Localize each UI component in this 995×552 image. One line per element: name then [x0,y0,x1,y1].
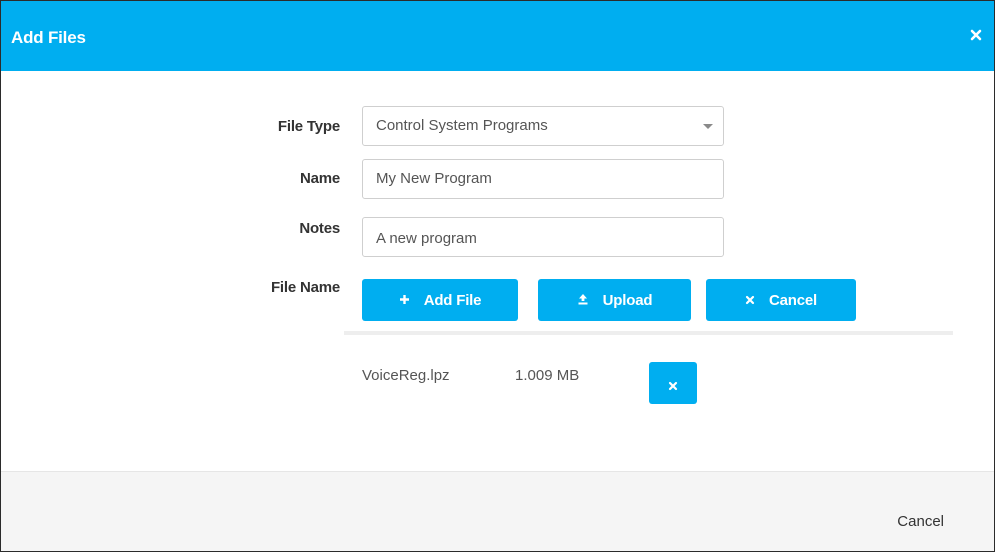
notes-input-value: A new program [376,230,477,247]
upload-button[interactable]: Upload [538,279,691,321]
cancel-upload-button[interactable]: Cancel [706,279,856,321]
dialog-header: Add Files [1,1,994,71]
notes-label: Notes [299,220,340,237]
divider [344,331,953,335]
upload-icon [577,292,589,308]
close-icon [745,292,755,308]
notes-input[interactable]: A new program [362,217,724,257]
add-files-dialog: Add Files File Type Control System Progr… [0,0,995,552]
add-file-button[interactable]: Add File [362,279,518,321]
dialog-footer: Cancel [1,471,994,551]
close-icon [668,378,678,396]
name-input-value: My New Program [376,170,492,187]
close-icon[interactable] [968,27,984,43]
file-type-select[interactable]: Control System Programs [362,106,724,146]
cancel-button[interactable]: Cancel [897,513,944,530]
upload-button-label: Upload [602,291,653,309]
file-type-label: File Type [277,118,340,135]
dialog-title: Add Files [11,28,86,47]
name-input[interactable]: My New Program [362,159,724,199]
plus-icon [399,292,410,308]
file-list-item-name: VoiceReg.lpz [362,367,450,384]
cancel-upload-button-label: Cancel [769,291,817,309]
add-file-button-label: Add File [423,291,482,309]
chevron-down-icon [703,124,713,129]
remove-file-button[interactable] [649,362,697,404]
file-list-item-size: 1.009 MB [515,367,580,384]
name-label: Name [299,170,340,187]
file-type-selected-value: Control System Programs [376,117,548,134]
file-name-label: File Name [270,279,340,296]
